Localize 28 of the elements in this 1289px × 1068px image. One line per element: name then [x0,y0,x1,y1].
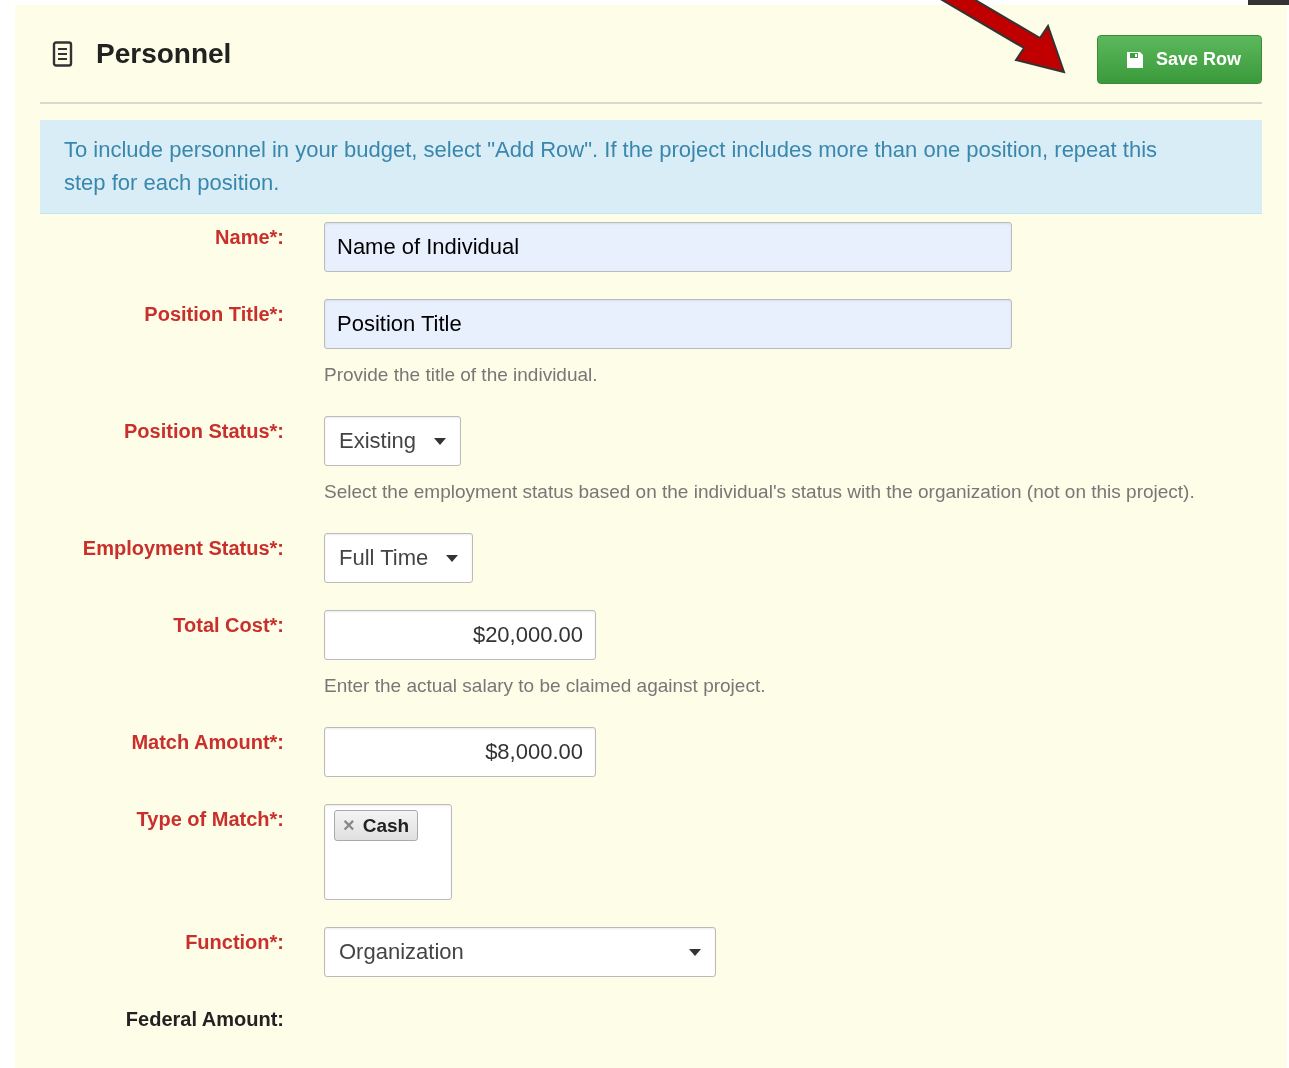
amount-field[interactable]: $20,000.00 [324,610,596,660]
caret-icon [689,948,701,956]
help-text: Enter the actual salary to be claimed against project. [324,675,766,697]
field-label: Total Cost*: [173,614,284,636]
document-icon [52,40,74,67]
dark-corner [1248,0,1289,5]
multi-select-field[interactable]: × Cash [324,804,452,900]
dropdown[interactable]: Organization [324,927,716,977]
field-label: Match Amount*: [131,731,284,753]
field-label: Position Title*: [144,303,284,325]
amount-field[interactable]: $8,000.00 [324,727,596,777]
info-alert: To include personnel in your budget, select "Add Row". If the project includes more than one position, repeat this step for each position. [40,120,1262,214]
field-label: Federal Amount: [125,1008,284,1030]
field-label: Type of Match*: [136,808,284,830]
caret-icon [434,437,447,445]
dropdown[interactable]: Existing [324,416,462,466]
text-field[interactable]: Position Title [324,299,1012,349]
field-label: Position Status*: [124,420,284,442]
caret-icon [446,554,459,562]
field-label: Function*: [185,931,284,953]
tag-label: Cash [362,814,410,837]
panel-title: Personnel [96,37,233,70]
help-text: Select the employment status based on the individual's status with the organization (not on this project). [324,481,1195,503]
dropdown[interactable]: Full Time [324,533,474,583]
text-field[interactable]: Name of Individual [324,222,1012,272]
help-text: Provide the title of the individual. [324,364,598,386]
field-label: Employment Status*: [82,537,284,559]
field-label: Name*: [215,226,284,248]
